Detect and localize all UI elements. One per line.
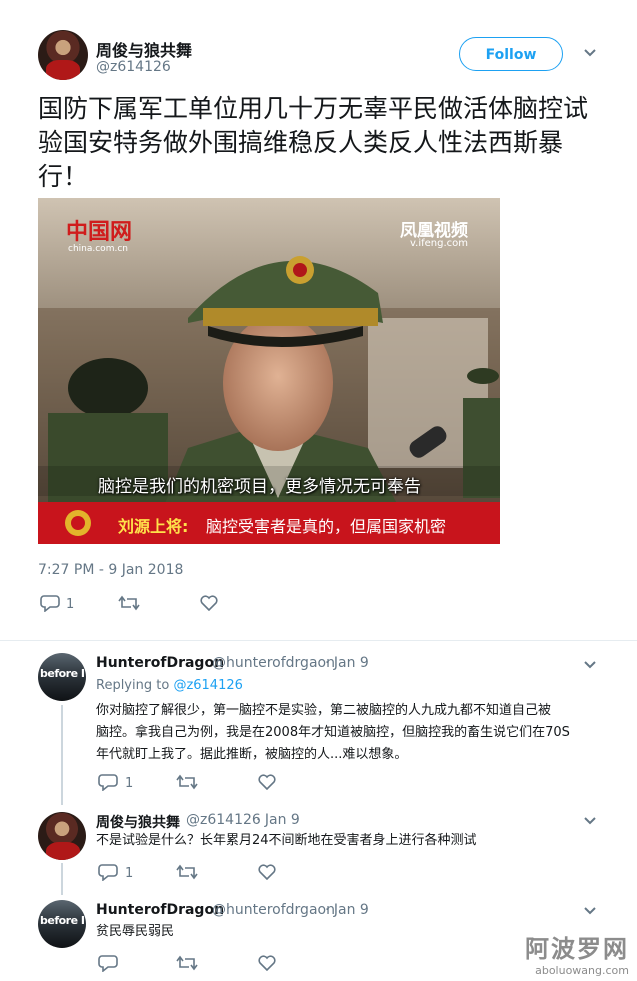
replying-to: Replying to @z614126 — [96, 678, 243, 693]
author-handle[interactable]: @z614126 — [96, 59, 171, 75]
thread-line — [61, 705, 63, 805]
avatar-sign-text: before I — [40, 914, 85, 927]
reply-text: 你对脑控了解很少，第一脑控不是实验，第二被脑控的人九成九都不知道自己被 脑控。拿… — [96, 700, 606, 766]
chevron-down-icon[interactable] — [582, 44, 598, 64]
author-name[interactable]: 周俊与狼共舞 — [96, 37, 192, 61]
reply-author-name[interactable]: 周俊与狼共舞 — [96, 812, 180, 832]
reply-text: 不是试验是什么？长年累月24不间断地在受害者身上进行各种测试 — [96, 830, 606, 852]
avatar-sign-text: before I — [40, 667, 85, 680]
reply-author-name[interactable]: HunterofDragon — [96, 655, 224, 671]
divider — [0, 640, 637, 641]
tweet-media[interactable]: 中国网 china.com.cn 凤凰视频 v.ifeng.com 脑控是我们的… — [38, 198, 500, 544]
retweet-icon[interactable] — [176, 774, 198, 794]
retweet-icon[interactable] — [176, 955, 198, 975]
watermark-en: aboluowang.com — [535, 964, 629, 977]
reply-text-line: 你对脑控了解很少，第一脑控不是实验，第二被脑控的人九成九都不知道自己被 — [96, 703, 552, 718]
author-avatar[interactable] — [38, 30, 88, 80]
reply-count: 1 — [125, 866, 134, 881]
reply-date[interactable]: · Jan 9 — [325, 902, 369, 918]
retweet-icon[interactable] — [118, 595, 140, 615]
reply-count: 1 — [66, 597, 75, 612]
chevron-down-icon[interactable] — [582, 656, 598, 676]
watermark-cn: 阿波罗网 — [525, 935, 629, 963]
like-icon[interactable] — [258, 955, 276, 975]
tweet-timestamp[interactable]: 7:27 PM - 9 Jan 2018 — [38, 562, 183, 578]
thread-line — [61, 863, 63, 895]
follow-button[interactable]: Follow — [459, 37, 563, 71]
reply-author-handle[interactable]: @hunterofdrgaon — [212, 655, 335, 671]
reply-author-name[interactable]: HunterofDragon — [96, 902, 224, 918]
chevron-down-icon[interactable] — [582, 812, 598, 832]
reply-date[interactable]: · Jan 9 — [256, 812, 300, 828]
reply-author-handle[interactable]: @hunterofdrgaon — [212, 902, 335, 918]
reply-text-line: 年代就盯上我了。据此推断，被脑控的人...难以想象。 — [96, 747, 408, 762]
replying-label: Replying to — [96, 678, 170, 693]
reply-avatar[interactable] — [38, 812, 86, 860]
reply-icon[interactable] — [98, 773, 118, 795]
like-icon[interactable] — [200, 595, 218, 615]
tweet-text: 国防下属军工单位用几十万无辜平民做活体脑控试验国安特务做外围搞维稳反人类反人性法… — [38, 94, 589, 191]
logo-china: 中国网 — [66, 219, 133, 245]
caption-name: 刘源上将: — [118, 517, 189, 536]
reply-avatar[interactable]: before I — [38, 653, 86, 701]
reply-text-line: 脑控。拿我自己为例，我是在2008年才知道被脑控，但脑控我的畜生说它们在70S — [96, 725, 570, 740]
reply-author-handle[interactable]: @z614126 — [186, 812, 261, 828]
logo-ifeng-sub: v.ifeng.com — [410, 238, 468, 249]
like-icon[interactable] — [258, 864, 276, 884]
reply-text-line: 不是试验是什么？长年累月24不间断地在受害者身上进行各种测试 — [96, 833, 477, 848]
caption-text: 脑控受害者是真的，但属国家机密 — [206, 517, 447, 536]
chevron-down-icon[interactable] — [582, 902, 598, 922]
reply-date[interactable]: · Jan 9 — [325, 655, 369, 671]
logo-china-sub: china.com.cn — [68, 244, 128, 254]
reply-icon[interactable] — [98, 863, 118, 885]
reply-count: 1 — [125, 776, 134, 791]
retweet-icon[interactable] — [176, 864, 198, 884]
replying-to-link[interactable]: @z614126 — [173, 678, 242, 693]
reply-icon[interactable] — [40, 594, 60, 616]
reply-icon[interactable] — [98, 954, 118, 976]
video-subtitle: 脑控是我们的机密项目，更多情况无可奉告 — [98, 477, 421, 497]
reply-avatar[interactable]: before I — [38, 900, 86, 948]
like-icon[interactable] — [258, 774, 276, 794]
watermark: 阿波罗网 aboluowang.com — [525, 929, 629, 977]
